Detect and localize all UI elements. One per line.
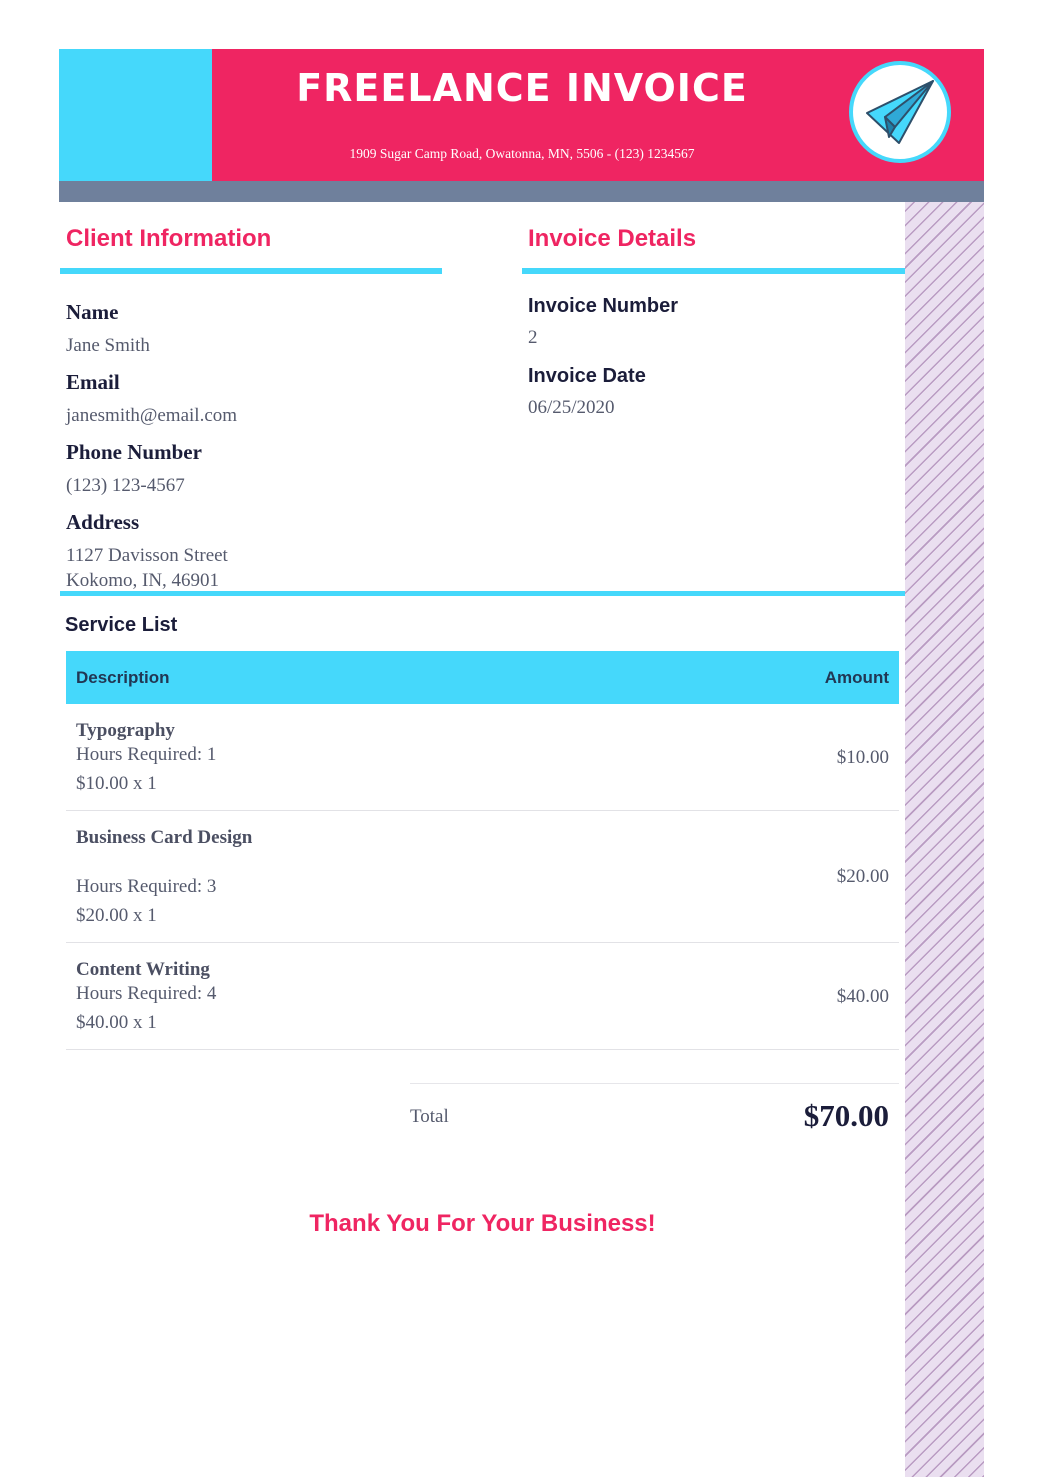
column-header-amount: Amount (824, 668, 889, 687)
service-amount: $20.00 (836, 866, 889, 887)
invoice-date-label: Invoice Date (528, 365, 646, 387)
service-rate: $20.00 x 1 (76, 905, 157, 926)
client-phone-label: Phone Number (66, 440, 202, 464)
client-address-line1: 1127 Davisson Street (66, 545, 228, 566)
thank-you-message: Thank You For Your Business! (309, 1210, 656, 1237)
service-amount: $40.00 (836, 986, 889, 1007)
invoice-number: 2 (528, 327, 538, 348)
decorative-stripes (905, 202, 984, 1477)
service-name: Business Card Design (76, 827, 253, 848)
service-hours: Hours Required: 4 (76, 983, 217, 1004)
header-underline-bar (59, 181, 984, 202)
invoice-title: FREELANCE INVOICE (296, 66, 748, 110)
client-address-label: Address (66, 510, 140, 534)
service-hours: Hours Required: 3 (76, 876, 217, 897)
total-divider (410, 1083, 899, 1084)
logo (849, 61, 951, 163)
service-name: Typography (76, 720, 175, 741)
table-row: Content Writing Hours Required: 4 $40.00… (66, 943, 899, 1050)
invoice-details-rule (522, 268, 905, 274)
client-name-label: Name (66, 300, 119, 324)
service-amount: $10.00 (836, 747, 889, 768)
service-rate: $10.00 x 1 (76, 773, 157, 794)
table-row: Business Card Design Hours Required: 3 $… (66, 811, 899, 943)
section-divider (60, 591, 905, 596)
invoice-date: 06/25/2020 (528, 397, 615, 418)
table-header: Description Amount (66, 651, 899, 704)
service-list-heading: Service List (65, 614, 178, 636)
company-address: 1909 Sugar Camp Road, Owatonna, MN, 5506… (349, 146, 695, 161)
client-name: Jane Smith (66, 335, 150, 356)
service-name: Content Writing (76, 959, 210, 980)
service-hours: Hours Required: 1 (76, 744, 217, 765)
client-info-heading: Client Information (66, 225, 272, 252)
invoice-details-heading: Invoice Details (528, 225, 697, 252)
client-address-line2: Kokomo, IN, 46901 (66, 570, 220, 591)
paper-plane-icon (866, 80, 934, 144)
column-header-description: Description (76, 668, 170, 687)
client-phone: (123) 123-4567 (66, 475, 185, 496)
total-amount: $70.00 (803, 1098, 889, 1133)
total-label: Total (410, 1106, 449, 1127)
service-rate: $40.00 x 1 (76, 1012, 157, 1033)
table-row: Typography Hours Required: 1 $10.00 x 1 … (66, 704, 899, 811)
client-info-rule (60, 268, 442, 274)
client-email: janesmith@email.com (66, 405, 238, 426)
client-email-label: Email (66, 370, 120, 394)
invoice-number-label: Invoice Number (528, 295, 679, 317)
header-color-block (59, 49, 212, 181)
